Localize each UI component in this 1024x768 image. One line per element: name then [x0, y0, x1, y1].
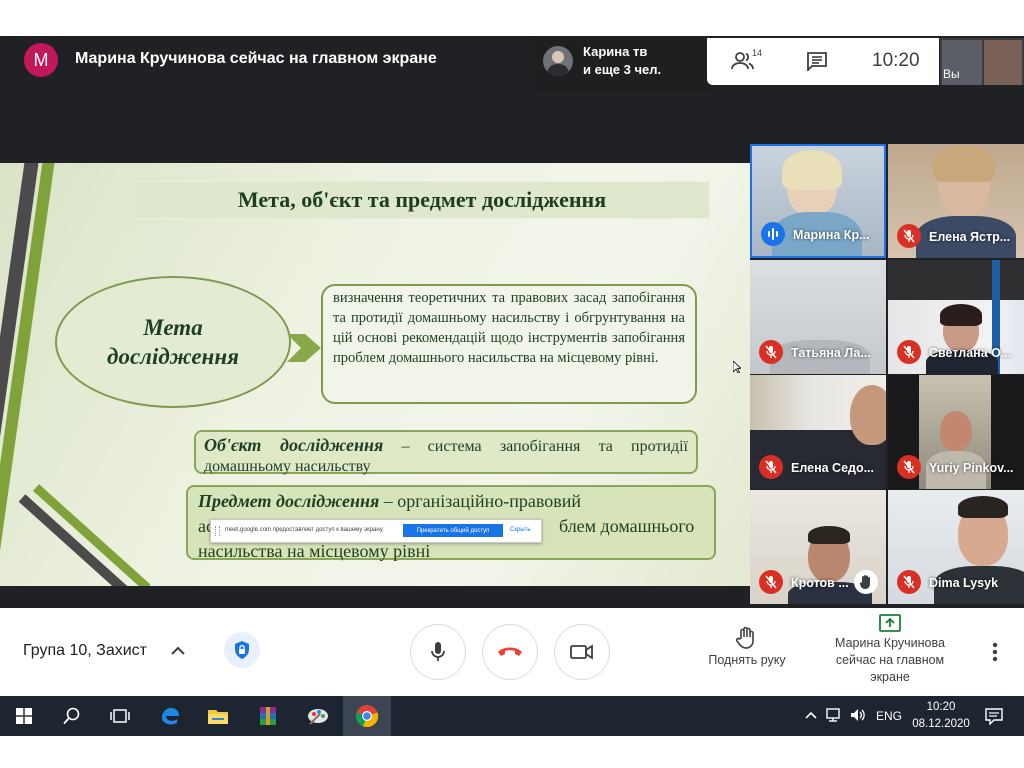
present-line-2: сейчас на главном — [835, 653, 945, 667]
hangup-icon — [498, 647, 522, 656]
file-explorer-icon[interactable] — [194, 696, 242, 736]
subject-text-4: насильства на місцевому рівні — [198, 541, 431, 561]
present-line-3: экране — [870, 670, 910, 684]
participant-name: Dima Lysyk — [929, 576, 999, 590]
clock-time: 10:20 — [926, 701, 956, 713]
presenter-avatar: M — [24, 43, 58, 77]
microphone-icon — [431, 642, 445, 661]
speaking-icon — [761, 222, 785, 246]
object-label: Об'єкт дослідження — [204, 435, 384, 455]
stop-sharing-button[interactable]: Прекратить общий доступ — [403, 524, 503, 537]
slide-stripe-green-diag — [32, 484, 151, 586]
present-screen-icon — [879, 614, 901, 632]
participant-tile[interactable]: Елена Седо... — [750, 375, 886, 489]
participant-tile[interactable]: Марина Кр... — [750, 144, 886, 258]
raise-hand-label: Поднять руку — [708, 653, 786, 667]
object-box: Об'єкт дослідження – система запобігання… — [194, 430, 698, 475]
participant-name: Светлана О... — [929, 346, 1012, 360]
volume-icon[interactable] — [849, 707, 867, 723]
others-line-1: Карина тв — [583, 44, 648, 59]
mic-off-icon — [897, 455, 921, 479]
microphone-button[interactable] — [410, 624, 466, 680]
participant-name: Елена Ястр... — [929, 230, 1011, 244]
mic-off-icon — [897, 340, 921, 364]
participant-tile[interactable]: Dima Lysyk — [888, 490, 1024, 604]
network-icon[interactable] — [826, 707, 844, 723]
presenting-title: Марина Кручинова сейчас на главном экран… — [75, 50, 437, 67]
mouse-cursor-icon — [733, 361, 741, 373]
participant-name: Yuriy Pinkov... — [929, 461, 1014, 475]
participant-tile[interactable]: Татьяна Ла... — [750, 260, 886, 374]
paint-icon[interactable] — [294, 696, 342, 736]
participant-tile[interactable]: Yuriy Pinkov... — [888, 375, 1024, 489]
others-line-2: и еще 3 чел. — [583, 62, 662, 77]
goal-text-box: визначення теоретичних та правових засад… — [321, 284, 697, 404]
goal-label-line1: Мета — [143, 315, 203, 340]
language-indicator[interactable]: ENG — [876, 709, 902, 723]
participant-tile[interactable]: Кротов ... — [750, 490, 886, 604]
screen-share-notice: meet.google.com предоставляет доступ к в… — [210, 519, 542, 543]
goal-text: визначення теоретичних та правових засад… — [333, 290, 685, 366]
hide-notice-link[interactable]: Скрыть — [510, 527, 530, 533]
task-view-icon[interactable] — [96, 696, 144, 736]
mic-off-icon — [759, 455, 783, 479]
presenting-now-button[interactable]: Марина Кручинова сейчас на главном экран… — [825, 612, 955, 686]
mic-off-icon — [897, 570, 921, 594]
goal-ellipse: Мета дослідження — [55, 276, 291, 408]
winrar-icon[interactable] — [244, 696, 292, 736]
participants-count: 14 — [752, 48, 763, 58]
participant-name: Елена Седо... — [791, 461, 875, 475]
share-notice-text: meet.google.com предоставляет доступ к в… — [225, 527, 384, 533]
raised-hand-icon — [854, 570, 878, 594]
more-options-icon[interactable] — [985, 640, 1005, 664]
chrome-icon[interactable] — [343, 696, 391, 736]
search-icon[interactable] — [48, 696, 96, 736]
goal-label-line2: дослідження — [107, 344, 239, 369]
camera-icon — [570, 644, 593, 660]
slide-title-bar: Мета, об'єкт та предмет дослідження — [134, 181, 710, 219]
subject-text-3: блем домашнього — [558, 516, 695, 536]
chevron-up-icon[interactable] — [168, 641, 188, 661]
participant-name: Марина Кр... — [793, 228, 870, 242]
chevron-right-icon — [287, 334, 321, 362]
subject-text-1: – організаційно-правовий — [379, 491, 582, 511]
participant-name: Татьяна Ла... — [791, 346, 871, 360]
chat-icon[interactable] — [803, 48, 831, 74]
others-avatar — [543, 46, 573, 76]
participant-tile[interactable]: Светлана О... — [888, 260, 1024, 374]
slide-title: Мета, об'єкт та предмет дослідження — [237, 187, 607, 212]
subject-label: Предмет дослідження — [198, 491, 380, 511]
drag-handle-icon[interactable] — [215, 526, 220, 536]
participant-tile[interactable]: Елена Ястр... — [888, 144, 1024, 258]
mic-off-icon — [897, 224, 921, 248]
hand-icon — [735, 626, 754, 649]
screen-bottom-margin — [0, 736, 1024, 768]
mic-off-icon — [759, 340, 783, 364]
others-text: Карина тв и еще 3 чел. — [583, 43, 661, 79]
self-label: Вы — [943, 67, 960, 81]
leave-call-button[interactable] — [482, 624, 538, 680]
camera-button[interactable] — [554, 624, 610, 680]
shield-icon[interactable] — [224, 632, 260, 668]
start-icon[interactable] — [0, 696, 48, 736]
raise-hand-button[interactable]: Поднять руку — [700, 625, 794, 667]
clock-date: 08.12.2020 — [912, 718, 970, 730]
mic-off-icon — [759, 570, 783, 594]
edge-icon[interactable] — [146, 696, 194, 736]
notifications-icon[interactable] — [985, 707, 1003, 725]
meeting-name[interactable]: Група 10, Захист — [23, 642, 147, 660]
slide-stripe-dark-diag — [18, 494, 137, 586]
meeting-time: 10:20 — [872, 50, 920, 71]
present-line-1: Марина Кручинова — [835, 636, 945, 650]
chevron-up-tray-icon[interactable] — [804, 709, 818, 721]
taskbar-clock[interactable]: 10:20 08.12.2020 — [906, 699, 976, 733]
goal-label: Мета дослідження — [107, 313, 239, 371]
participant-name: Кротов ... — [791, 576, 849, 590]
